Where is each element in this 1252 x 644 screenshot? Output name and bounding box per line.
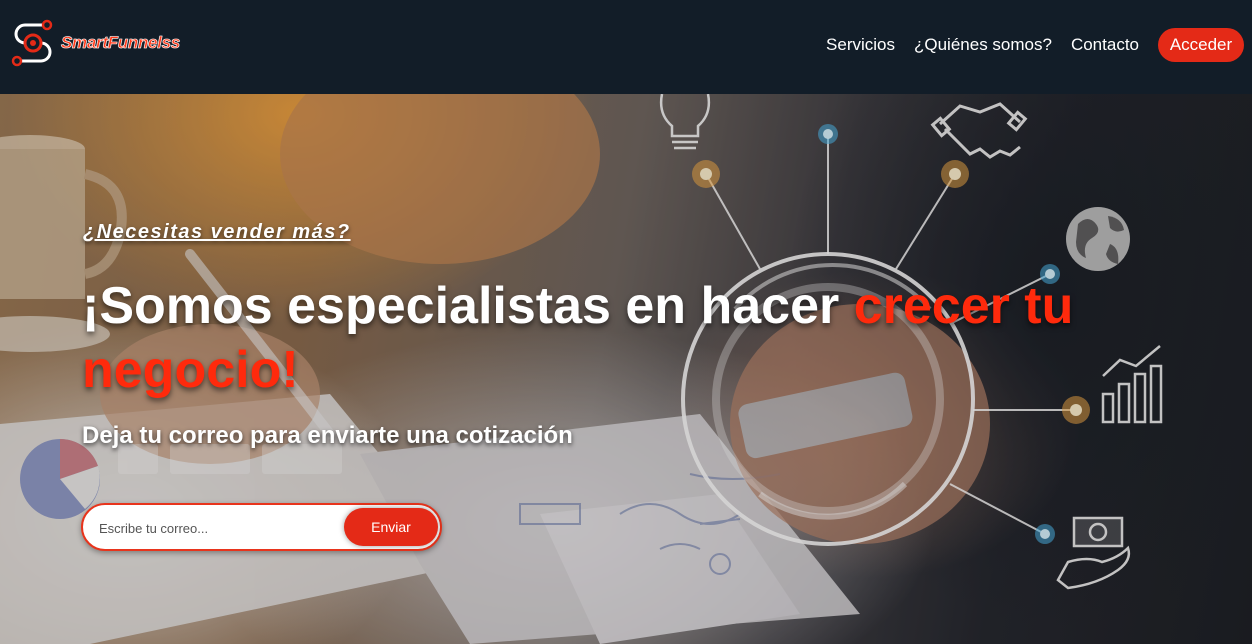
- logo[interactable]: SmartFunnelss: [11, 17, 181, 69]
- nav-servicios[interactable]: Servicios: [826, 35, 895, 55]
- landing-page: SmartFunnelss Servicios ¿Quiénes somos? …: [0, 0, 1252, 644]
- nav-contacto[interactable]: Contacto: [1071, 35, 1139, 55]
- email-form: Enviar: [81, 503, 442, 551]
- site-header: SmartFunnelss Servicios ¿Quiénes somos? …: [0, 0, 1252, 94]
- login-button[interactable]: Acceder: [1158, 28, 1244, 62]
- hero-subtitle: Deja tu correo para enviarte una cotizac…: [82, 422, 573, 449]
- send-button[interactable]: Enviar: [344, 508, 438, 546]
- logo-text: SmartFunnelss: [61, 33, 181, 53]
- headline-white: ¡Somos especialistas en hacer: [82, 277, 854, 335]
- main-nav: Servicios ¿Quiénes somos? Contacto Acced…: [826, 28, 1244, 62]
- hero-section: ¿Necesitas vender más? ¡Somos especialis…: [0, 94, 1252, 644]
- email-input[interactable]: [97, 515, 341, 541]
- nav-quienes-somos[interactable]: ¿Quiénes somos?: [914, 35, 1052, 55]
- hero-headline: ¡Somos especialistas en hacer crecer tu …: [82, 274, 1142, 402]
- logo-mark-icon: [11, 19, 53, 67]
- hero-eyebrow: ¿Necesitas vender más?: [83, 221, 351, 243]
